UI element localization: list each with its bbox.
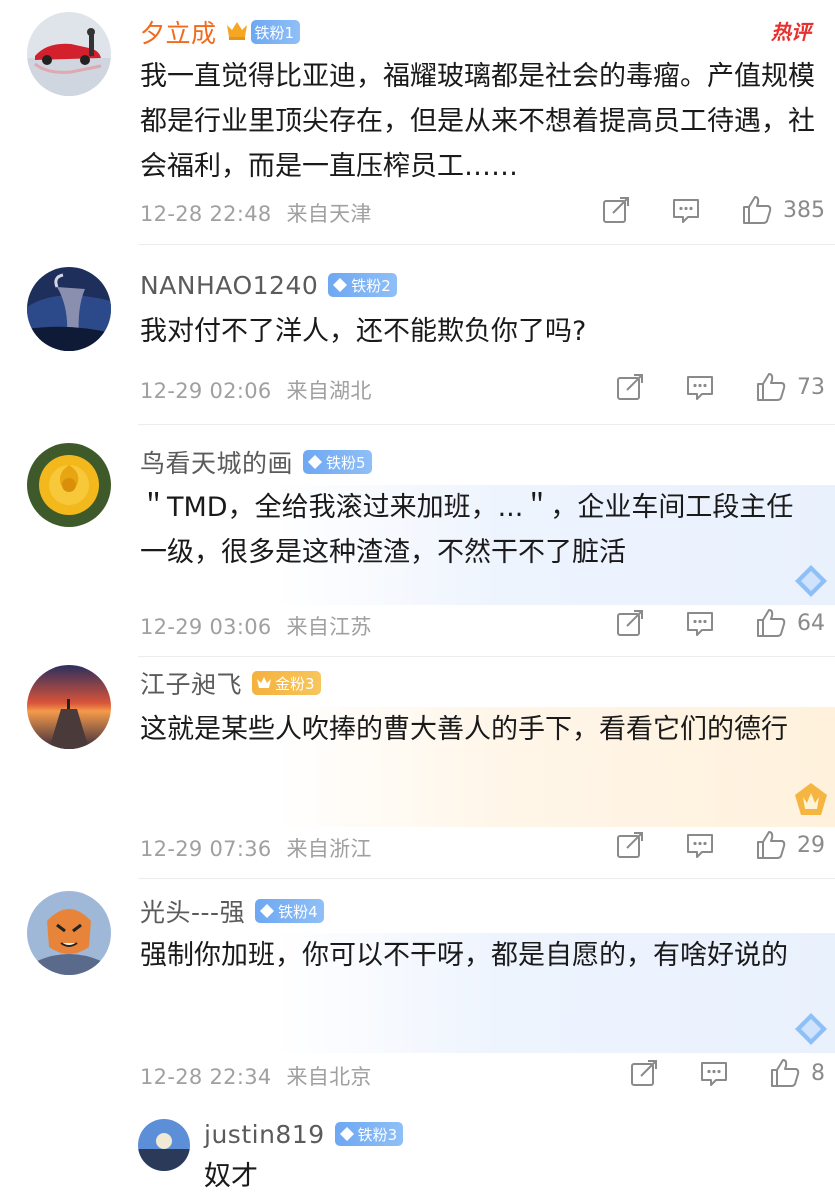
comment-location: 来自天津 xyxy=(286,202,372,226)
avatar[interactable] xyxy=(27,891,111,975)
comment-icon xyxy=(687,834,713,858)
like-count: 29 xyxy=(797,832,825,858)
diamond-icon xyxy=(260,904,275,918)
repost-button[interactable] xyxy=(615,372,645,402)
repost-icon xyxy=(631,1060,657,1086)
fan-badge-label: 铁粉4 xyxy=(278,902,318,921)
comment-button[interactable] xyxy=(671,195,701,225)
comment-meta: 12-28 22:34 来自北京 xyxy=(140,1061,372,1091)
fan-badge-label: 金粉3 xyxy=(275,674,315,693)
like-icon xyxy=(757,609,786,637)
diamond-icon xyxy=(333,278,348,292)
avatar[interactable] xyxy=(27,443,111,527)
comment-location: 来自湖北 xyxy=(286,379,372,403)
comment-time: 12-28 22:34 xyxy=(140,1065,272,1089)
like-count: 8 xyxy=(811,1060,825,1086)
like-button[interactable]: 73 xyxy=(755,371,825,403)
repost-icon xyxy=(603,197,629,223)
comment-text: 我对付不了洋人，还不能欺负你了吗? xyxy=(140,316,587,347)
comment-actions: 64 xyxy=(615,607,825,639)
comment-time: 12-29 02:06 xyxy=(140,379,272,403)
comment-meta: 12-29 07:36 来自浙江 xyxy=(140,833,372,863)
comment-actions: 73 xyxy=(615,371,825,403)
reply-text: 奴才 xyxy=(204,1161,258,1192)
comment-icon xyxy=(687,612,713,636)
comment-icon xyxy=(687,376,713,400)
repost-icon xyxy=(617,374,643,400)
comment-button[interactable] xyxy=(699,1058,729,1088)
comment-actions: 8 xyxy=(629,1057,825,1089)
like-button[interactable]: 385 xyxy=(741,194,825,226)
repost-icon xyxy=(617,610,643,636)
comment-text: 这就是某些人吹捧的曹大善人的手下，看看它们的德行 xyxy=(140,714,788,745)
fan-badge: 铁粉5 xyxy=(303,450,372,474)
diamond-icon xyxy=(339,1127,354,1141)
fan-badge-label: 铁粉3 xyxy=(357,1125,398,1144)
fan-badge: 铁粉3 xyxy=(334,1122,404,1146)
comment-location: 来自江苏 xyxy=(286,615,372,639)
comment-text: ＂TMD，全给我滚过来加班，...＂，企业车间工段主任一级，很多是这种渣渣，不然… xyxy=(140,492,794,568)
reply-avatar[interactable] xyxy=(138,1119,190,1171)
like-count: 73 xyxy=(797,374,825,400)
user-name[interactable]: 光头---强 xyxy=(140,893,245,929)
comment-item: 夕立成 铁粉1 我一直觉得比亚迪，福耀玻璃都是社会的毒瘤。产值规模都是行业里顶尖… xyxy=(0,0,835,244)
repost-button[interactable] xyxy=(615,608,645,638)
comment-button[interactable] xyxy=(685,372,715,402)
fan-badge-label: 铁粉1 xyxy=(254,23,295,42)
comment-icon xyxy=(673,199,699,223)
comment-time: 12-29 07:36 xyxy=(140,837,272,861)
comment-meta: 12-28 22:48 来自天津 xyxy=(140,198,372,228)
like-button[interactable]: 8 xyxy=(769,1057,825,1089)
user-name[interactable]: 鸟看天城的画 xyxy=(140,444,293,480)
reply-item: justin819 铁粉3 奴才 xyxy=(138,1111,835,1200)
diamond-icon xyxy=(308,455,323,469)
comment-actions: 385 xyxy=(601,194,825,226)
fan-badge-label: 铁粉2 xyxy=(351,276,391,295)
comment-button[interactable] xyxy=(685,830,715,860)
comment-time: 12-29 03:06 xyxy=(140,615,272,639)
fan-badge: 金粉3 xyxy=(252,671,321,695)
reply-user-name[interactable]: justin819 xyxy=(204,1120,325,1149)
comment-location: 来自浙江 xyxy=(286,837,372,861)
comment-item: 光头---强 铁粉4 强制你加班，你可以不干呀，都是自愿的，有啥好说的 12-2… xyxy=(0,879,835,1200)
comment-actions: 29 xyxy=(615,829,825,861)
user-name[interactable]: 夕立成 xyxy=(140,14,217,50)
fan-badge-label: 铁粉5 xyxy=(326,453,366,472)
comment-button[interactable] xyxy=(685,608,715,638)
repost-button[interactable] xyxy=(601,195,631,225)
diamond-icon xyxy=(795,1013,827,1045)
repost-icon xyxy=(617,832,643,858)
comment-text: 强制你加班，你可以不干呀，都是自愿的，有啥好说的 xyxy=(140,940,788,971)
like-button[interactable]: 29 xyxy=(755,829,825,861)
like-count: 64 xyxy=(797,610,825,636)
fan-badge: 铁粉1 xyxy=(250,20,301,44)
crown-icon xyxy=(225,19,249,45)
repost-button[interactable] xyxy=(615,830,645,860)
like-button[interactable]: 64 xyxy=(755,607,825,639)
avatar[interactable] xyxy=(27,665,111,749)
crown-icon xyxy=(257,677,272,688)
comment-meta: 12-29 03:06 来自江苏 xyxy=(140,611,372,641)
comment-item: 江子昶飞 金粉3 这就是某些人吹捧的曹大善人的手下，看看它们的德行 12-29 … xyxy=(0,657,835,879)
like-count: 385 xyxy=(783,197,825,223)
comment-icon xyxy=(701,1062,727,1086)
avatar[interactable] xyxy=(27,267,111,351)
comment-time: 12-28 22:48 xyxy=(140,202,272,226)
fan-badge: 铁粉4 xyxy=(255,899,324,923)
comment-meta: 12-29 02:06 来自湖北 xyxy=(140,375,372,405)
like-icon xyxy=(757,831,786,859)
comment-item: 鸟看天城的画 铁粉5 ＂TMD，全给我滚过来加班，...＂，企业车间工段主任一级… xyxy=(0,425,835,657)
like-icon xyxy=(771,1059,800,1087)
comment-location: 来自北京 xyxy=(286,1065,372,1089)
comment-text: 我一直觉得比亚迪，福耀玻璃都是社会的毒瘤。产值规模都是行业里顶尖存在，但是从来不… xyxy=(140,61,815,182)
repost-button[interactable] xyxy=(629,1058,659,1088)
user-name[interactable]: NANHAO1240 xyxy=(140,271,318,300)
comment-item: NANHAO1240 铁粉2 我对付不了洋人，还不能欺负你了吗? 12-29 0… xyxy=(0,245,835,425)
avatar[interactable] xyxy=(27,12,111,96)
user-name[interactable]: 江子昶飞 xyxy=(140,665,242,701)
like-icon xyxy=(757,373,786,401)
like-icon xyxy=(743,196,772,224)
crown-icon xyxy=(795,783,827,815)
fan-badge: 铁粉2 xyxy=(328,273,397,297)
